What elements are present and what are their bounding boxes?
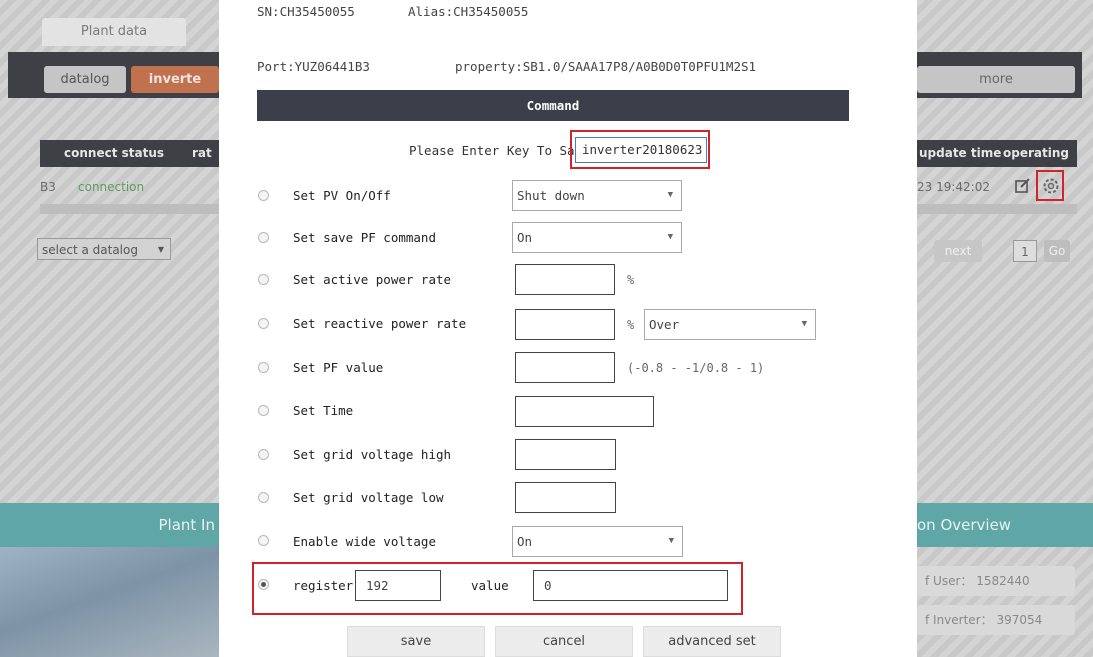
table-header-right: update time operating [917,140,1077,167]
plant-info-banner-text: Plant In [158,516,216,534]
overview-banner: on Overview [917,503,1093,547]
inverter-tab[interactable]: inverte [131,66,219,93]
command-title: Command [526,98,580,113]
chevron-down-icon: ▼ [157,245,164,254]
save-pf-label: Set save PF command [293,230,436,245]
pv-onoff-select-value: Shut down [517,188,585,203]
reactive-power-unit: % [627,318,635,332]
plant-data-tab[interactable]: Plant data [42,18,186,46]
operating-header: operating [1003,146,1069,160]
grid-low-radio[interactable] [258,492,269,503]
key-highlight-box [570,130,710,169]
chevron-down-icon: ▼ [667,190,673,200]
pf-value-radio[interactable] [258,362,269,373]
wide-voltage-select-value: On [517,534,533,549]
pv-onoff-select[interactable]: Shut down ▼ [512,180,682,211]
rate-header: rat [192,146,212,160]
active-power-radio[interactable] [258,274,269,285]
cancel-button[interactable]: cancel [495,626,633,657]
save-pf-select[interactable]: On ▼ [512,222,682,253]
pf-value-input[interactable] [515,352,615,383]
alias-label: Alias:CH35450055 [408,4,529,19]
active-power-unit: % [627,273,635,287]
reactive-direction-select[interactable]: Over ▼ [644,309,816,340]
table-header-left: connect status rat [40,140,219,167]
pv-onoff-radio[interactable] [258,190,269,201]
set-time-label: Set Time [293,403,354,418]
row-sn-fragment: B3 [40,180,56,194]
select-datalog-dropdown[interactable]: select a datalog ▼ [37,238,171,260]
register-label: register [293,578,354,593]
overview-banner-text: on Overview [917,516,1012,534]
active-power-input[interactable] [515,264,615,295]
grid-high-input[interactable] [515,439,616,470]
pf-value-range: (-0.8 - -1/0.8 - 1) [627,361,765,375]
chevron-down-icon: ▼ [667,232,673,242]
table-scrollbar-left[interactable] [40,204,219,214]
property-label: property:SB1.0/SAAA17P8/A0B0D0T0PFU1M2S1 [455,59,757,74]
reactive-power-input[interactable] [515,309,615,340]
more-tab[interactable]: more [917,66,1075,93]
grid-high-label: Set grid voltage high [293,447,452,462]
grid-low-input[interactable] [515,482,616,513]
select-datalog-value: select a datalog [42,243,138,257]
advanced-set-button[interactable]: advanced set [643,626,781,657]
save-pf-select-value: On [517,230,533,245]
edit-icon[interactable] [1014,177,1032,195]
pv-onoff-label: Set PV On/Off [293,188,391,203]
user-count-stat: f User： 1582440 [917,566,1075,596]
command-title-bar: Command [257,90,849,121]
pf-value-label: Set PF value [293,360,384,375]
datalog-tab[interactable]: datalog [44,66,126,93]
plant-photo [0,547,219,657]
key-prompt-label: Please Enter Key To Save [409,143,590,158]
command-modal: SN:CH35450055 Alias:CH35450055 Port:YUZ0… [219,0,917,657]
reactive-direction-value: Over [649,317,680,332]
go-button[interactable]: Go [1044,240,1070,262]
row-connect-status: connection [78,180,145,194]
next-button[interactable]: next [934,240,982,262]
set-time-input[interactable] [515,396,654,427]
wide-voltage-label: Enable wide voltage [293,534,436,549]
save-button[interactable]: save [347,626,485,657]
save-pf-radio[interactable] [258,232,269,243]
wide-voltage-radio[interactable] [258,535,269,546]
register-radio[interactable] [258,579,269,590]
connect-status-header: connect status [64,146,165,160]
chevron-down-icon: ▼ [668,536,674,546]
reactive-power-label: Set reactive power rate [293,316,467,331]
active-power-label: Set active power rate [293,272,452,287]
page-number-input[interactable]: 1 [1013,240,1037,262]
reactive-power-radio[interactable] [258,318,269,329]
gear-highlight-box [1036,170,1064,201]
grid-high-radio[interactable] [258,449,269,460]
port-label: Port:YUZ06441B3 [257,59,370,74]
inverter-count-stat: f Inverter： 397054 [917,605,1075,635]
register-input[interactable]: 192 [355,570,441,601]
set-time-radio[interactable] [258,405,269,416]
table-scrollbar-right[interactable] [917,204,1077,214]
chevron-down-icon: ▼ [801,319,807,329]
update-time-header: update time [919,146,1002,160]
sn-label: SN:CH35450055 [257,4,355,19]
plant-info-banner: Plant In [0,503,219,547]
grid-low-label: Set grid voltage low [293,490,444,505]
value-input[interactable]: 0 [533,570,728,601]
value-label: value [471,578,509,593]
wide-voltage-select[interactable]: On ▼ [512,526,683,557]
row-update-time: 23 19:42:02 [917,180,990,194]
